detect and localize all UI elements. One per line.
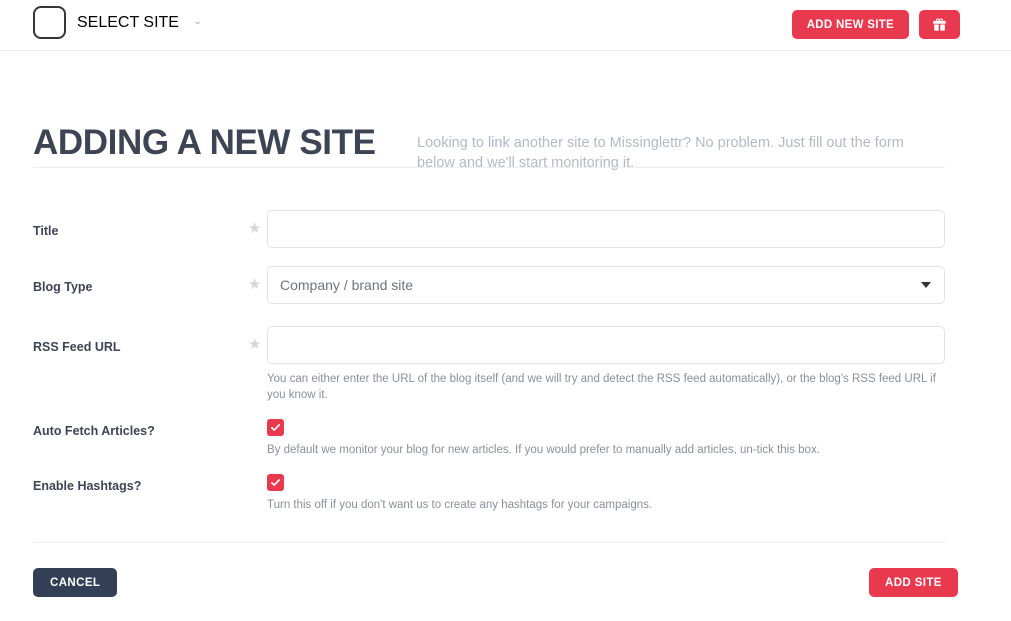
cancel-button[interactable]: CANCEL (33, 568, 118, 597)
rss-feed-url-input[interactable] (267, 326, 945, 364)
add-site-submit-button[interactable]: ADD SITE (869, 568, 958, 597)
field-label-rss-feed-url: RSS Feed URL (33, 340, 121, 354)
check-icon (270, 422, 281, 433)
required-indicator-icon: ★ (248, 276, 262, 293)
blog-type-selected-value: Company / brand site (280, 277, 414, 293)
required-indicator-icon: ★ (248, 336, 262, 353)
page-subtitle-text-before: Looking to (417, 135, 488, 151)
topbar-actions: ADD NEW SITE (791, 10, 960, 39)
gift-button[interactable] (919, 10, 960, 39)
help-text-rss-feed-url: You can either enter the URL of the blog… (267, 373, 936, 401)
add-new-site-button[interactable]: ADD NEW SITE (791, 10, 909, 39)
field-label-blog-type: Blog Type (33, 280, 93, 294)
blog-type-select-wrapper: Company / brand site (267, 266, 945, 304)
page-title: ADDING A NEW SITE (33, 123, 376, 162)
blog-type-select[interactable]: Company / brand site (267, 266, 945, 304)
field-label-auto-fetch-articles: Auto Fetch Articles? (33, 424, 155, 438)
site-selector-label: SELECT SITE (77, 13, 179, 31)
help-text-enable-hashtags: Turn this off if you don't want us to cr… (267, 499, 653, 511)
enable-hashtags-checkbox[interactable] (267, 474, 284, 491)
page-subtitle-link[interactable]: link (488, 135, 510, 151)
auto-fetch-articles-checkbox[interactable] (267, 419, 284, 436)
chevron-down-icon: ⌄ (193, 16, 203, 26)
site-selector[interactable]: SELECT SITE ⌄ (33, 6, 202, 39)
field-label-title: Title (33, 224, 59, 238)
divider-top (33, 167, 945, 168)
top-navigation-bar: SELECT SITE ⌄ ADD NEW SITE (0, 0, 1011, 51)
field-control-blog-type: Company / brand site (267, 266, 945, 304)
help-text-auto-fetch-articles: By default we monitor your blog for new … (267, 444, 820, 456)
field-control-title (267, 210, 945, 248)
gift-icon (932, 17, 947, 32)
title-input[interactable] (267, 210, 945, 248)
site-logo-placeholder-icon (33, 6, 66, 39)
required-indicator-icon: ★ (248, 220, 262, 237)
field-label-enable-hashtags: Enable Hashtags? (33, 479, 142, 493)
field-control-rss-feed-url (267, 326, 945, 364)
divider-bottom (33, 542, 945, 543)
check-icon (270, 477, 281, 488)
